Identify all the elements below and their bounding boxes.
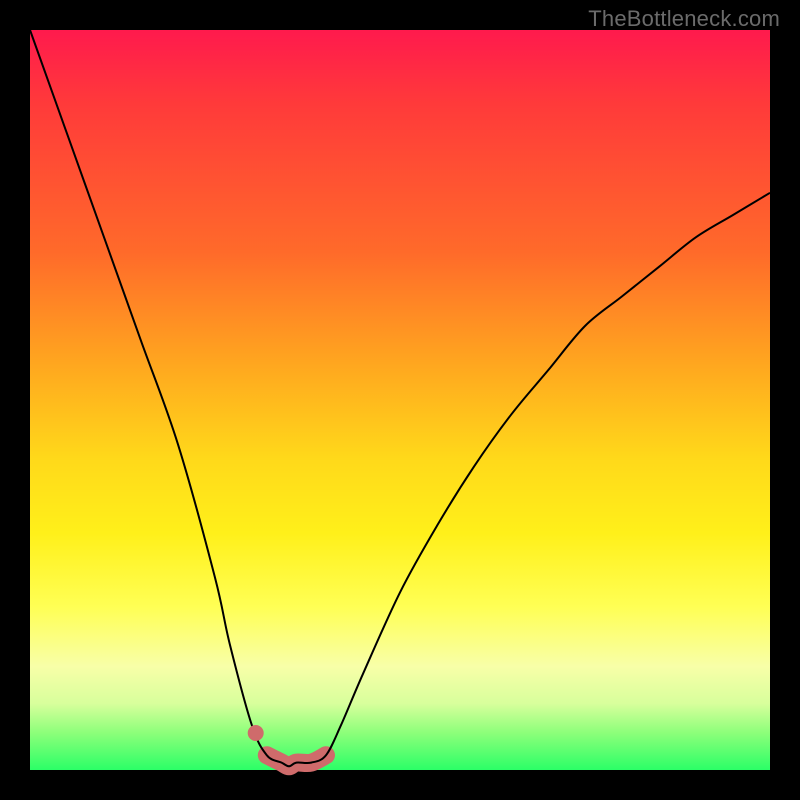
watermark-text: TheBottleneck.com <box>588 6 780 32</box>
plot-area <box>30 30 770 770</box>
curve-svg <box>30 30 770 770</box>
bottleneck-curve <box>30 30 770 766</box>
bottleneck-dot <box>248 725 264 741</box>
chart-frame: TheBottleneck.com <box>0 0 800 800</box>
